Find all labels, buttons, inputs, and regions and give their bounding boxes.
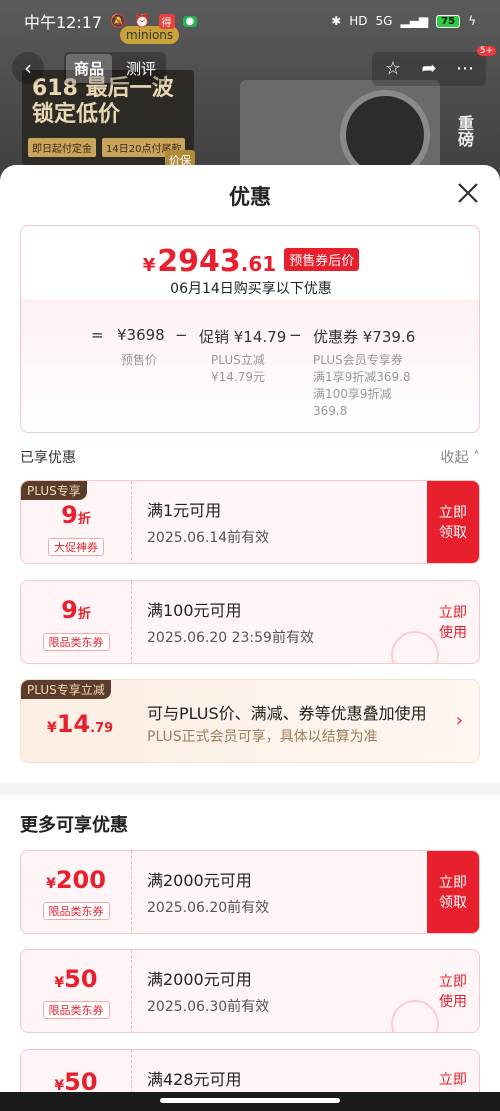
final-price: ¥ 2943 .61 预售券后价 — [21, 244, 481, 279]
claim-coupon-button[interactable]: 立即 领取 — [427, 481, 479, 563]
use-coupon-button[interactable]: 立即 使用 — [427, 950, 479, 1032]
price-currency: ¥ — [142, 255, 156, 276]
more-icon[interactable]: ⋯ — [450, 54, 480, 84]
price-decimal: .61 — [240, 252, 277, 276]
coupon-card: ¥50 限品类东券 满2000元可用 2025.06.30前有效 立即 使用 — [20, 949, 480, 1033]
status-bar: 中午12:17 🔕 ⏰ 得 ● ✱ HD 5G ▂▄▆ 75 ϟ — [0, 0, 500, 42]
breakdown-desc: 预售价 — [121, 353, 158, 367]
enjoyed-title: 已享优惠 — [20, 450, 76, 466]
chevron-up-icon: ˄ — [473, 450, 480, 466]
nav-actions: ☆ ➦ ⋯ — [372, 52, 486, 86]
message-badge: 5+ — [476, 46, 496, 56]
coupon-value: ¥200 限品类东券 — [21, 851, 131, 933]
close-icon[interactable] — [456, 181, 480, 205]
use-coupon-button[interactable]: 立即 使用 — [427, 581, 479, 663]
breakdown-op: − — [175, 326, 188, 344]
battery-icon: 75 — [436, 14, 461, 28]
price-integer: 2943 — [157, 244, 241, 279]
wechat-icon: ● — [182, 15, 198, 27]
coupon-kind: 大促神券 — [48, 537, 104, 556]
home-indicator[interactable] — [0, 1092, 500, 1111]
breakdown-op: − — [289, 326, 302, 344]
tab-review[interactable]: 测评 — [118, 54, 164, 83]
coupon-expiry: 2025.06.20前有效 — [147, 900, 270, 916]
plus-reduce-card[interactable]: PLUS专享立减 ¥14.79 可与PLUS价、满减、券等优惠叠加使用 PLUS… — [20, 679, 480, 763]
alarm-icon: ⏰ — [134, 13, 151, 29]
signal-icon: ▂▄▆ — [400, 14, 429, 28]
coupon-value: ¥50 限品类东券 — [21, 950, 131, 1032]
back-button[interactable]: ‹ — [12, 52, 44, 84]
coupon-kind: 限品类东券 — [42, 1001, 110, 1019]
coupon-expiry: 2025.06.30前有效 — [147, 999, 270, 1015]
coupon-condition: 满2000元可用 — [147, 970, 252, 989]
coupon-condition: 满428元可用 — [147, 1070, 242, 1089]
breakdown-desc: PLUS会员专享券 满1享9折减369.8 满100享9折减 369.8 — [313, 353, 411, 418]
coupon-card: PLUS专享 9折 大促神券 满1元可用 2025.06.14前有效 立即 领取 — [20, 480, 480, 564]
breakdown-presale: ¥3698 — [117, 326, 165, 344]
network-label: 5G — [375, 14, 393, 28]
nav-tabs: 商品 测评 — [64, 52, 167, 85]
status-time: 中午12:17 — [24, 13, 103, 32]
price-summary-card: ¥ 2943 .61 预售券后价 06月14日购买享以下优惠 = ¥3698 −… — [20, 225, 480, 433]
more-title: 更多可享优惠 — [20, 815, 128, 836]
claim-coupon-button[interactable]: 立即 领取 — [427, 851, 479, 933]
coupon-value: 9折 大促神券 — [21, 481, 131, 563]
side-text: 重磅 — [455, 115, 474, 147]
coupon-card: ¥200 限品类东券 满2000元可用 2025.06.20前有效 立即 领取 — [20, 850, 480, 934]
hd-icon: HD — [349, 14, 368, 28]
breakdown-coupon: 优惠券 ¥739.6 — [313, 328, 416, 346]
coupon-condition: 满2000元可用 — [147, 871, 252, 890]
top-nav: ‹ 商品 测评 ☆ ➦ ⋯ 5+ — [0, 46, 500, 88]
coupon-kind: 限品类东券 — [42, 632, 110, 651]
app-notify-icon: 得 — [158, 13, 175, 29]
discount-sheet: 优惠 ¥ 2943 .61 预售券后价 06月14日购买享以下优惠 = ¥369… — [0, 165, 500, 1111]
share-icon[interactable]: ➦ — [414, 54, 444, 84]
plus-reduce-line1: 可与PLUS价、满减、券等优惠叠加使用 — [147, 704, 427, 723]
plus-reduce-value: ¥14.79 — [47, 710, 114, 738]
coupon-kind: 限品类东券 — [42, 902, 110, 920]
coupon-value: 9折 限品类东券 — [21, 581, 131, 663]
coupon-expiry: 2025.06.14前有效 — [147, 530, 270, 546]
coupon-condition: 满1元可用 — [147, 501, 222, 520]
breakdown-op: = — [91, 326, 104, 344]
mute-bell-icon: 🔕 — [110, 13, 127, 29]
charging-icon: ϟ — [468, 14, 476, 28]
coupon-card: 9折 限品类东券 满100元可用 2025.06.20 23:59前有效 立即使… — [20, 580, 480, 664]
sheet-title: 优惠 — [229, 185, 271, 209]
tab-product[interactable]: 商品 — [66, 54, 113, 83]
enjoyed-header: 已享优惠 收起 ˄ — [20, 447, 480, 467]
promo-line2: 锁定低价 — [32, 102, 121, 127]
chevron-right-icon: › — [455, 710, 463, 731]
coupon-condition: 满100元可用 — [147, 601, 242, 620]
breakdown-promo: 促销 ¥14.79 — [199, 328, 287, 346]
section-gap — [0, 783, 500, 795]
bluetooth-icon: ✱ — [331, 14, 342, 28]
fold-button[interactable]: 收起 ˄ — [441, 447, 480, 467]
favorite-star-icon[interactable]: ☆ — [378, 54, 408, 84]
breakdown-desc: PLUS立减 ¥14.79元 — [211, 353, 265, 384]
plus-tag: PLUS专享立减 — [21, 680, 111, 699]
coupon-expiry: 2025.06.20 23:59前有效 — [147, 630, 314, 646]
promo-chip: 即日起付定金 — [28, 138, 96, 157]
price-tag: 预售券后价 — [284, 248, 360, 271]
plus-reduce-line2: PLUS正式会员可享，具体以结算为准 — [147, 729, 378, 745]
price-subtitle: 06月14日购买享以下优惠 — [170, 281, 332, 297]
